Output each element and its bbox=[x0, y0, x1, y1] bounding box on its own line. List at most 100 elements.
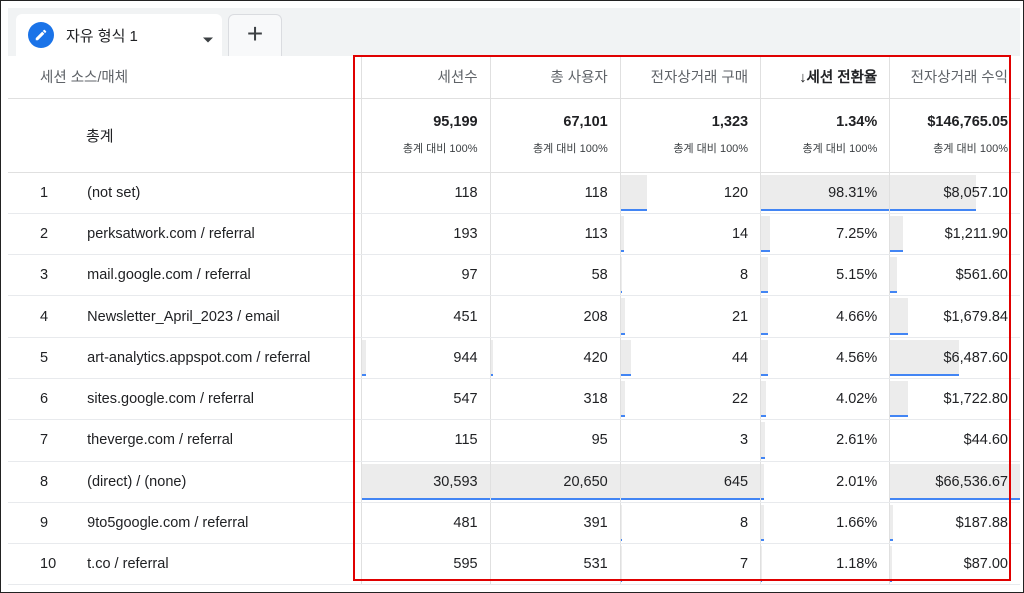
row-revenue: $1,722.80 bbox=[889, 378, 1020, 421]
table-row[interactable]: 8 (direct) / (none) 30,593 20,650 645 2.01% $6… bbox=[8, 461, 1020, 503]
column-header-conversion[interactable]: ↓세션 전환율 bbox=[760, 56, 890, 99]
row-source[interactable]: (not set) bbox=[77, 172, 362, 214]
row-users: 391 bbox=[489, 502, 621, 545]
table-row[interactable]: 1 (not set) 118 118 120 98.31% $8,057.10 bbox=[8, 172, 1020, 214]
cell-value: 193 bbox=[453, 225, 478, 242]
cell-value: $87.00 bbox=[963, 556, 1008, 573]
header-row: 세션 소스/매체 세션수 총 사용자 전자상거래 구매 ↓세션 전환율 전자상거… bbox=[8, 56, 1020, 99]
table-row[interactable]: 4 Newsletter_April_2023 / email 451 208 21 4.… bbox=[8, 295, 1020, 338]
totals-value: $146,765.05 bbox=[927, 114, 1008, 130]
cell-value: 2.01% bbox=[836, 473, 878, 490]
data-bar bbox=[761, 215, 771, 253]
row-conversion: 4.56% bbox=[760, 337, 890, 379]
data-bar bbox=[620, 174, 648, 211]
column-header-purchases[interactable]: 전자상거래 구매 bbox=[619, 56, 761, 99]
cell-value: 98.31% bbox=[828, 184, 878, 201]
row-index: 4 bbox=[8, 295, 78, 338]
row-index: 2 bbox=[8, 213, 78, 256]
row-sessions: 944 bbox=[361, 337, 491, 379]
column-header-sessions[interactable]: 세션수 bbox=[361, 56, 491, 99]
column-header-users[interactable]: 총 사용자 bbox=[489, 56, 621, 99]
totals-percent: 총계 대비 100% bbox=[933, 143, 1008, 155]
row-users: 531 bbox=[489, 543, 621, 586]
cell-value: 4.56% bbox=[836, 349, 878, 366]
tab-freeform-1[interactable]: 자유 형식 1 bbox=[16, 14, 222, 56]
row-conversion: 4.66% bbox=[760, 295, 890, 338]
column-header-source[interactable]: 세션 소스/매체 bbox=[8, 56, 362, 99]
cell-value: 44 bbox=[731, 349, 749, 366]
data-bar bbox=[761, 257, 768, 294]
totals-label: 총계 bbox=[8, 98, 362, 173]
row-purchases: 120 bbox=[619, 172, 761, 214]
row-revenue: $8,057.10 bbox=[889, 172, 1020, 214]
data-bar bbox=[620, 380, 625, 418]
cell-value: 3 bbox=[740, 432, 749, 449]
row-source[interactable]: Newsletter_April_2023 / email bbox=[77, 295, 362, 338]
row-sessions: 97 bbox=[361, 254, 491, 297]
row-conversion: 4.02% bbox=[760, 378, 890, 421]
row-source[interactable]: sites.google.com / referral bbox=[77, 378, 362, 421]
data-bar bbox=[890, 257, 897, 294]
table-row[interactable]: 5 art-analytics.appspot.com / referral 944… bbox=[8, 337, 1020, 379]
cell-value: 1.66% bbox=[836, 515, 878, 532]
cell-value: 208 bbox=[583, 308, 608, 325]
cell-value: 547 bbox=[453, 391, 478, 408]
row-source[interactable]: perksatwork.com / referral bbox=[77, 213, 362, 256]
cell-value: 20,650 bbox=[563, 473, 608, 490]
row-source[interactable]: mail.google.com / referral bbox=[77, 254, 362, 297]
table-row[interactable]: 2 perksatwork.com / referral 193 113 14 7.25%… bbox=[8, 213, 1020, 256]
cell-value: 30,593 bbox=[433, 473, 478, 490]
row-source[interactable]: (direct) / (none) bbox=[77, 461, 362, 503]
row-conversion: 7.25% bbox=[760, 213, 890, 256]
table-row[interactable]: 7 theverge.com / referral 115 95 3 2.61% $44.6… bbox=[8, 419, 1020, 462]
row-sessions: 193 bbox=[361, 213, 491, 256]
row-index: 1 bbox=[8, 172, 78, 214]
row-conversion: 1.18% bbox=[760, 543, 890, 586]
row-users: 113 bbox=[489, 213, 621, 256]
cell-value: 120 bbox=[723, 184, 749, 201]
table-row[interactable]: 9 9to5google.com / referral 481 391 8 1.66% $1… bbox=[8, 502, 1020, 545]
row-index: 10 bbox=[8, 543, 78, 586]
caret-down-icon[interactable] bbox=[202, 31, 214, 49]
row-sessions: 30,593 bbox=[361, 461, 491, 503]
cell-value: $187.88 bbox=[955, 515, 1008, 532]
cell-value: 451 bbox=[453, 308, 478, 325]
column-header-revenue[interactable]: 전자상거래 수익 bbox=[889, 56, 1020, 99]
row-index: 6 bbox=[8, 378, 78, 421]
cell-value: 95 bbox=[591, 432, 608, 449]
table-row[interactable]: 6 sites.google.com / referral 547 318 22 4.02… bbox=[8, 378, 1020, 421]
cell-value: 118 bbox=[454, 184, 478, 201]
row-revenue: $87.00 bbox=[889, 543, 1020, 586]
row-sessions: 481 bbox=[361, 502, 491, 545]
row-source[interactable]: 9to5google.com / referral bbox=[77, 502, 362, 545]
table-row[interactable]: 3 mail.google.com / referral 97 58 8 5.15% $56… bbox=[8, 254, 1020, 297]
add-tab-button[interactable]: + bbox=[228, 14, 282, 56]
totals-users: 67,101 총계 대비 100% bbox=[489, 98, 621, 173]
data-bar bbox=[490, 339, 494, 376]
row-source[interactable]: t.co / referral bbox=[77, 543, 362, 586]
row-purchases: 44 bbox=[619, 337, 761, 379]
cell-value: 481 bbox=[453, 515, 478, 532]
row-index: 3 bbox=[8, 254, 78, 297]
data-bar bbox=[761, 380, 767, 418]
tab-label: 자유 형식 1 bbox=[66, 27, 138, 45]
data-bar bbox=[362, 339, 367, 376]
data-bar bbox=[620, 298, 625, 335]
cell-value: $8,057.10 bbox=[943, 184, 1008, 201]
row-revenue: $44.60 bbox=[889, 419, 1020, 462]
data-bar bbox=[890, 298, 909, 335]
table-row[interactable]: 10 t.co / referral 595 531 7 1.18% $87.00 bbox=[8, 543, 1020, 586]
cell-value: 645 bbox=[723, 473, 749, 490]
row-conversion: 2.61% bbox=[760, 419, 890, 462]
cell-value: 420 bbox=[583, 349, 608, 366]
tab-bar: 자유 형식 1 + bbox=[8, 8, 1020, 56]
row-source[interactable]: theverge.com / referral bbox=[77, 419, 362, 462]
data-bar bbox=[620, 215, 624, 253]
cell-value: 118 bbox=[584, 184, 608, 201]
totals-conversion: 1.34% 총계 대비 100% bbox=[760, 98, 890, 173]
cell-value: 22 bbox=[731, 391, 749, 408]
totals-value: 95,199 bbox=[433, 114, 478, 130]
cell-value: $1,211.90 bbox=[944, 225, 1008, 242]
row-source[interactable]: art-analytics.appspot.com / referral bbox=[77, 337, 362, 379]
data-bar bbox=[761, 422, 765, 459]
